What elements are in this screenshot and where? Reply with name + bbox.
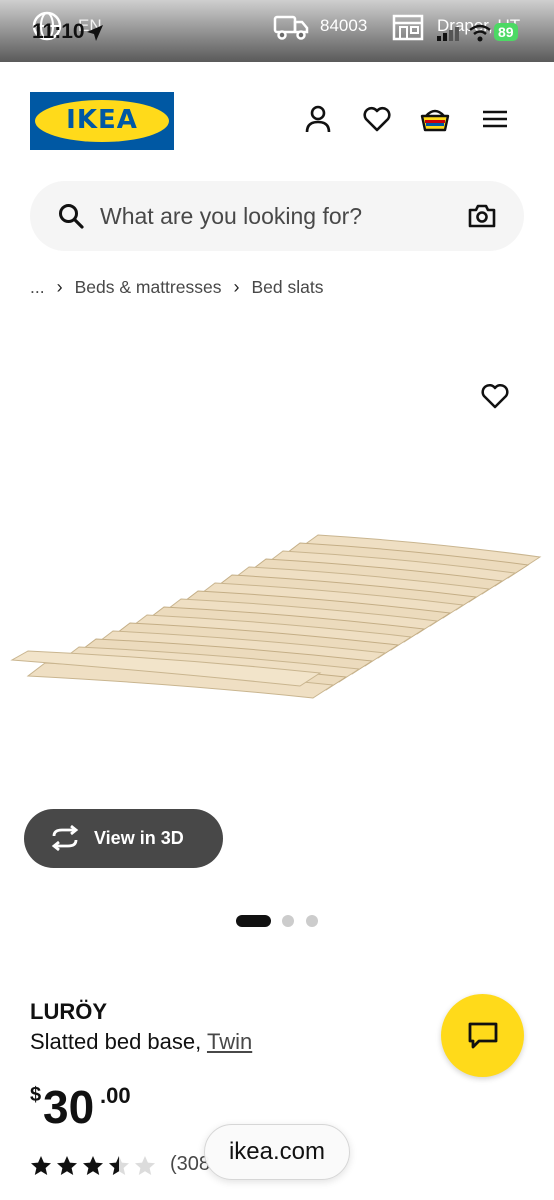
rating-stars[interactable]: [30, 1155, 160, 1177]
browser-url-bar[interactable]: ikea.com: [204, 1124, 350, 1180]
star-full-icon: [83, 1156, 103, 1175]
clock: 11:10: [32, 20, 85, 43]
star-full-icon: [57, 1156, 77, 1175]
wifi-icon: [469, 24, 491, 42]
breadcrumb-item-beds[interactable]: Beds & mattresses: [75, 277, 222, 298]
logo-text: IKEA: [66, 105, 138, 135]
carousel-dot[interactable]: [306, 915, 318, 927]
star-half-icon: [109, 1156, 129, 1175]
product-image[interactable]: [0, 320, 554, 820]
search-icon[interactable]: [58, 203, 84, 229]
view-in-3d-button[interactable]: View in 3D: [24, 809, 223, 868]
product-size-link[interactable]: Twin: [207, 1029, 252, 1054]
delivery-zip[interactable]: 84003: [320, 16, 367, 36]
favorite-heart-icon[interactable]: [481, 383, 509, 409]
star-full-icon: [31, 1156, 51, 1175]
breadcrumb-item-bed-slats[interactable]: Bed slats: [251, 277, 323, 298]
search-bar[interactable]: [30, 181, 524, 251]
breadcrumb-ellipsis[interactable]: ...: [30, 277, 45, 298]
ikea-logo[interactable]: IKEA: [30, 92, 174, 150]
heart-icon[interactable]: [362, 104, 392, 134]
carousel-dot[interactable]: [282, 915, 294, 927]
basket-icon[interactable]: [420, 104, 450, 134]
product-type: Slatted bed base,: [30, 1029, 202, 1054]
chevron-right-icon: ›: [56, 277, 63, 297]
breadcrumb: ... › Beds & mattresses › Bed slats: [30, 277, 323, 298]
product-name: LURÖY: [30, 999, 107, 1024]
star-empty-icon: [135, 1156, 155, 1175]
price-whole: 30: [43, 1081, 95, 1133]
rotate-3d-icon: [51, 825, 79, 851]
status-bar: EN 11:10 84003 Draper, UT 89: [0, 0, 554, 62]
view-in-3d-label: View in 3D: [94, 828, 184, 848]
battery-indicator: 89: [494, 23, 518, 41]
camera-icon[interactable]: [468, 203, 496, 229]
location-arrow-icon: [87, 25, 103, 41]
delivery-truck-icon[interactable]: [273, 13, 309, 41]
chat-button[interactable]: [441, 994, 524, 1077]
store-icon[interactable]: [392, 13, 424, 41]
cell-signal-icon: [437, 27, 459, 41]
person-icon[interactable]: [303, 104, 333, 134]
carousel-dot-active[interactable]: [236, 915, 271, 927]
menu-icon[interactable]: [480, 104, 510, 134]
chevron-right-icon: ›: [233, 277, 240, 297]
bed-slats-illustration: [10, 534, 542, 699]
product-description: Slatted bed base, Twin: [30, 1029, 252, 1055]
price-currency: $: [30, 1084, 42, 1106]
price-decimal: .00: [100, 1083, 131, 1108]
chat-bubble-icon: [468, 1022, 498, 1049]
search-input[interactable]: [100, 181, 450, 251]
